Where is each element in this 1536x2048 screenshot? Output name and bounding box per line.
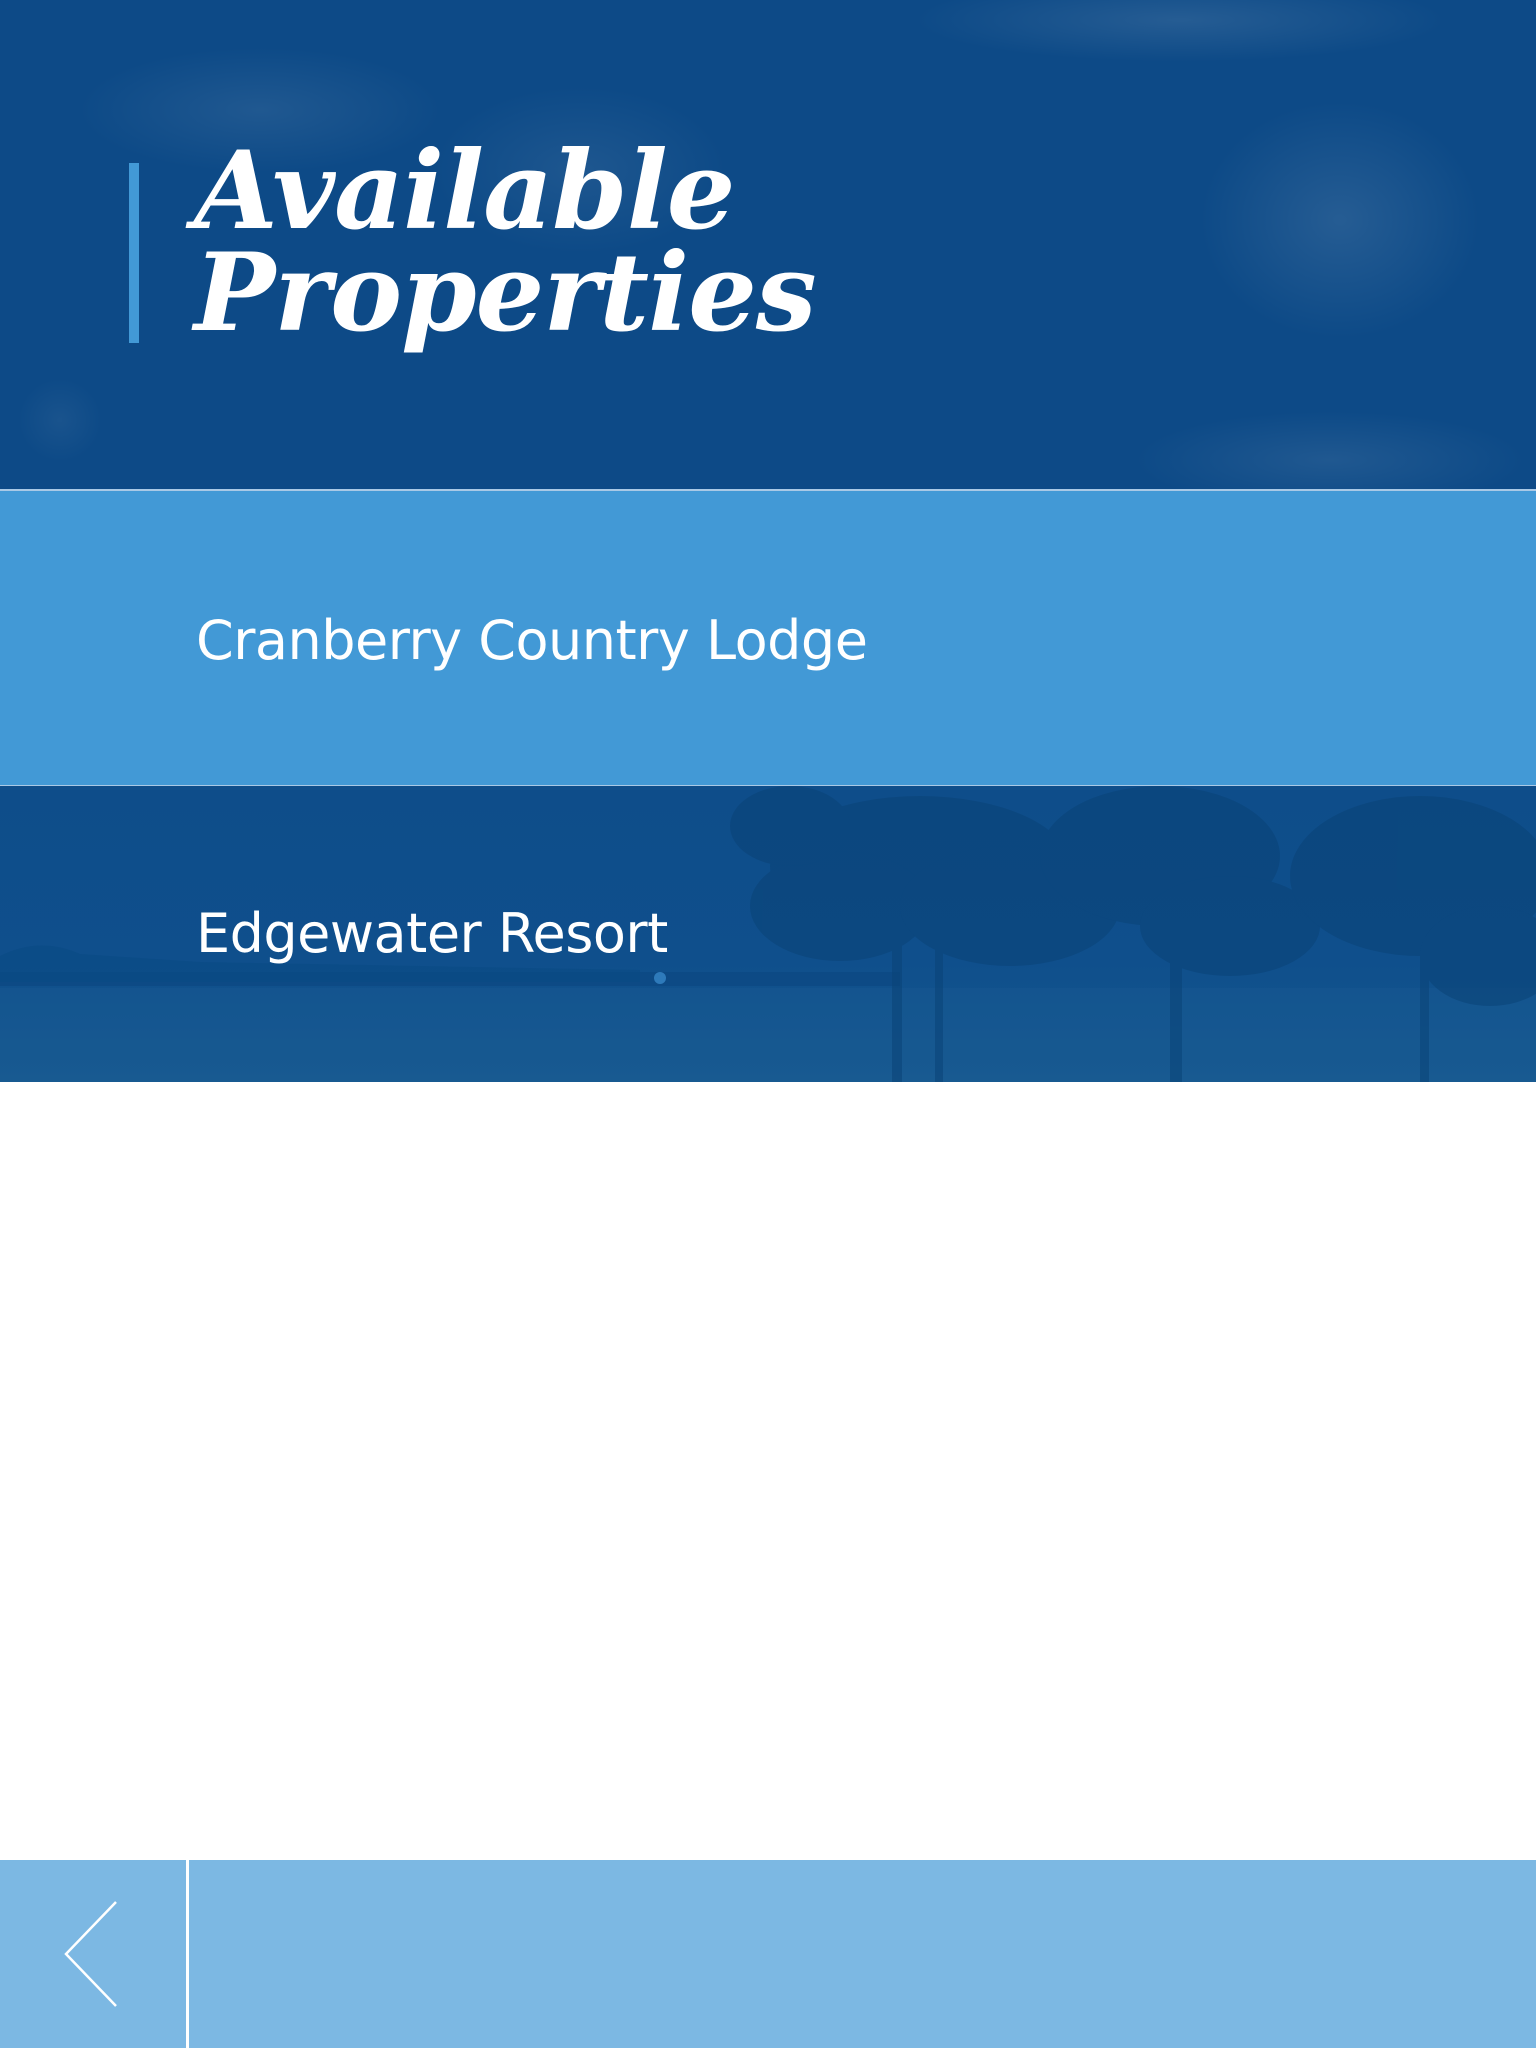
page-title-line-2: Properties bbox=[194, 230, 817, 356]
property-item-cranberry-country-lodge[interactable]: Cranberry Country Lodge bbox=[0, 491, 1536, 785]
back-button[interactable] bbox=[0, 1860, 186, 2048]
page-title: Available Properties bbox=[194, 128, 817, 356]
property-item-edgewater-resort[interactable]: Edgewater Resort bbox=[0, 786, 1536, 1082]
page-header: Available Properties bbox=[0, 0, 1536, 490]
app-screen: Available Properties Cranberry Country L… bbox=[0, 0, 1536, 2048]
page-title-line-1: Available bbox=[194, 128, 735, 254]
title-accent-bar bbox=[129, 163, 139, 343]
property-label: Cranberry Country Lodge bbox=[196, 609, 868, 672]
property-label: Edgewater Resort bbox=[196, 902, 668, 965]
chevron-left-icon bbox=[64, 1901, 117, 2007]
toolbar-divider bbox=[186, 1860, 189, 2048]
bottom-toolbar bbox=[0, 1860, 1536, 2048]
